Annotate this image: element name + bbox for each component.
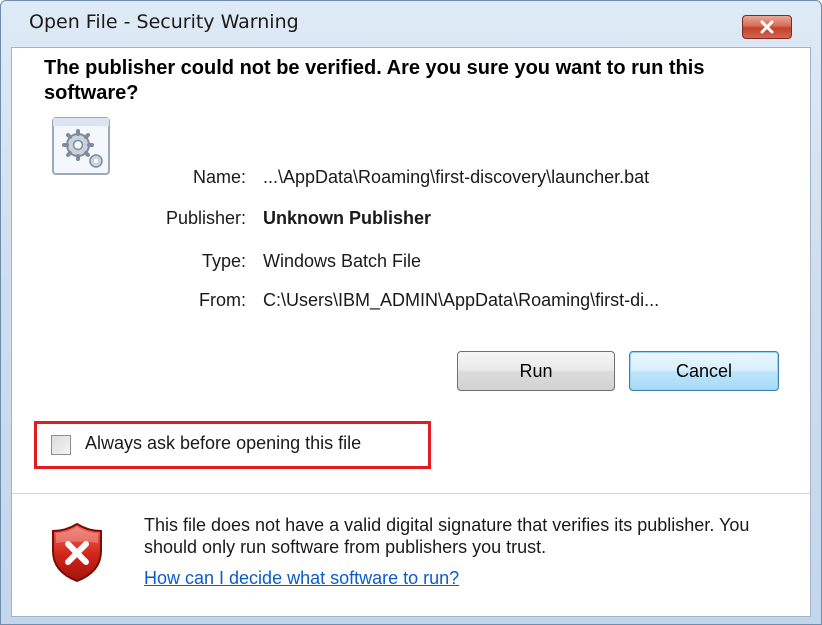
close-icon <box>760 20 774 34</box>
from-value: C:\Users\IBM_ADMIN\AppData\Roaming\first… <box>263 290 660 310</box>
name-label: Name: <box>192 167 246 187</box>
help-link[interactable]: How can I decide what software to run? <box>144 568 459 589</box>
title-bar[interactable]: Open File - Security Warning <box>1 1 821 47</box>
window-title: Open File - Security Warning <box>29 11 299 33</box>
type-label: Type: <box>201 251 246 271</box>
warning-message: This file does not have a valid digital … <box>144 515 750 557</box>
name-value: ...\AppData\Roaming\first-discovery\laun… <box>263 167 650 187</box>
cancel-button[interactable]: Cancel <box>629 351 779 391</box>
separator <box>12 493 810 494</box>
always-ask-checkbox[interactable] <box>51 435 71 455</box>
run-button[interactable]: Run <box>457 351 615 391</box>
publisher-label: Publisher: <box>165 208 246 228</box>
security-warning-dialog: Open File - Security Warning The publish… <box>0 0 822 625</box>
publisher-value: Unknown Publisher <box>263 208 432 228</box>
red-shield-x-icon <box>52 522 102 583</box>
from-label: From: <box>199 290 246 310</box>
type-value: Windows Batch File <box>263 251 422 271</box>
always-ask-checkbox-label[interactable]: Always ask before opening this file <box>85 433 361 454</box>
headline: The publisher could not be verified. Are… <box>44 57 705 104</box>
close-button[interactable] <box>742 15 792 39</box>
